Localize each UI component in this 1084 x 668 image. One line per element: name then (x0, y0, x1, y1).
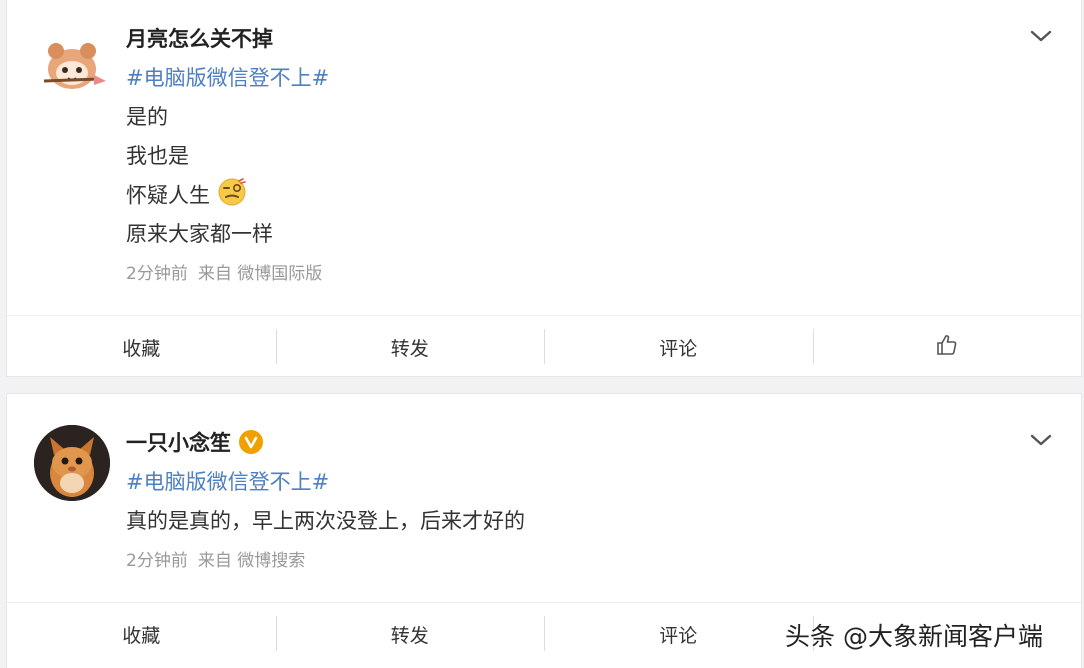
username[interactable]: 月亮怎么关不掉 (126, 23, 273, 53)
chevron-down-icon[interactable] (1029, 24, 1053, 48)
verified-v-icon (239, 430, 263, 454)
username-row: 一只小念笙 (126, 427, 263, 457)
timestamp: 2分钟前 (126, 551, 188, 571)
comment-line: 原来大家都一样 (126, 222, 273, 246)
action-bar: 收藏 转发 评论 (7, 315, 1081, 378)
post-source: 来自 微博国际版 (197, 264, 323, 284)
comment-line-with-emoji: 怀疑人生 (126, 177, 247, 214)
like-button[interactable] (812, 316, 1082, 378)
comment-line: 怀疑人生 (126, 183, 210, 208)
topic-link[interactable]: #电脑版微信登不上# (126, 62, 329, 92)
favorite-button[interactable]: 收藏 (7, 316, 276, 378)
post-meta: 2分钟前 来自 微博搜索 (126, 546, 305, 571)
weibo-comment-card: 月亮怎么关不掉 #电脑版微信登不上# 是的 我也是 怀疑人生 原来大家都一样 2… (6, 0, 1082, 377)
post-meta: 2分钟前 来自 微博国际版 (126, 259, 322, 284)
avatar[interactable] (34, 29, 110, 105)
comment-button[interactable]: 评论 (544, 316, 813, 378)
dizzy-face-emoji-icon (217, 177, 247, 212)
watermark: 头条 @大象新闻客户端 (785, 622, 1043, 651)
repost-button[interactable]: 转发 (275, 603, 545, 665)
comment-line: 是的 (126, 105, 168, 129)
like-thumb-icon (936, 334, 958, 361)
avatar[interactable] (34, 425, 110, 501)
comment-button[interactable]: 评论 (544, 603, 813, 665)
topic-link[interactable]: #电脑版微信登不上# (126, 466, 329, 496)
chevron-down-icon[interactable] (1029, 428, 1053, 452)
timestamp: 2分钟前 (126, 264, 188, 284)
comment-line: 我也是 (126, 144, 189, 168)
repost-button[interactable]: 转发 (275, 316, 545, 378)
comment-line: 真的是真的，早上两次没登上，后来才好的 (126, 509, 525, 533)
post-source: 来自 微博搜索 (197, 551, 306, 571)
favorite-button[interactable]: 收藏 (7, 603, 276, 665)
username[interactable]: 一只小念笙 (126, 431, 231, 455)
